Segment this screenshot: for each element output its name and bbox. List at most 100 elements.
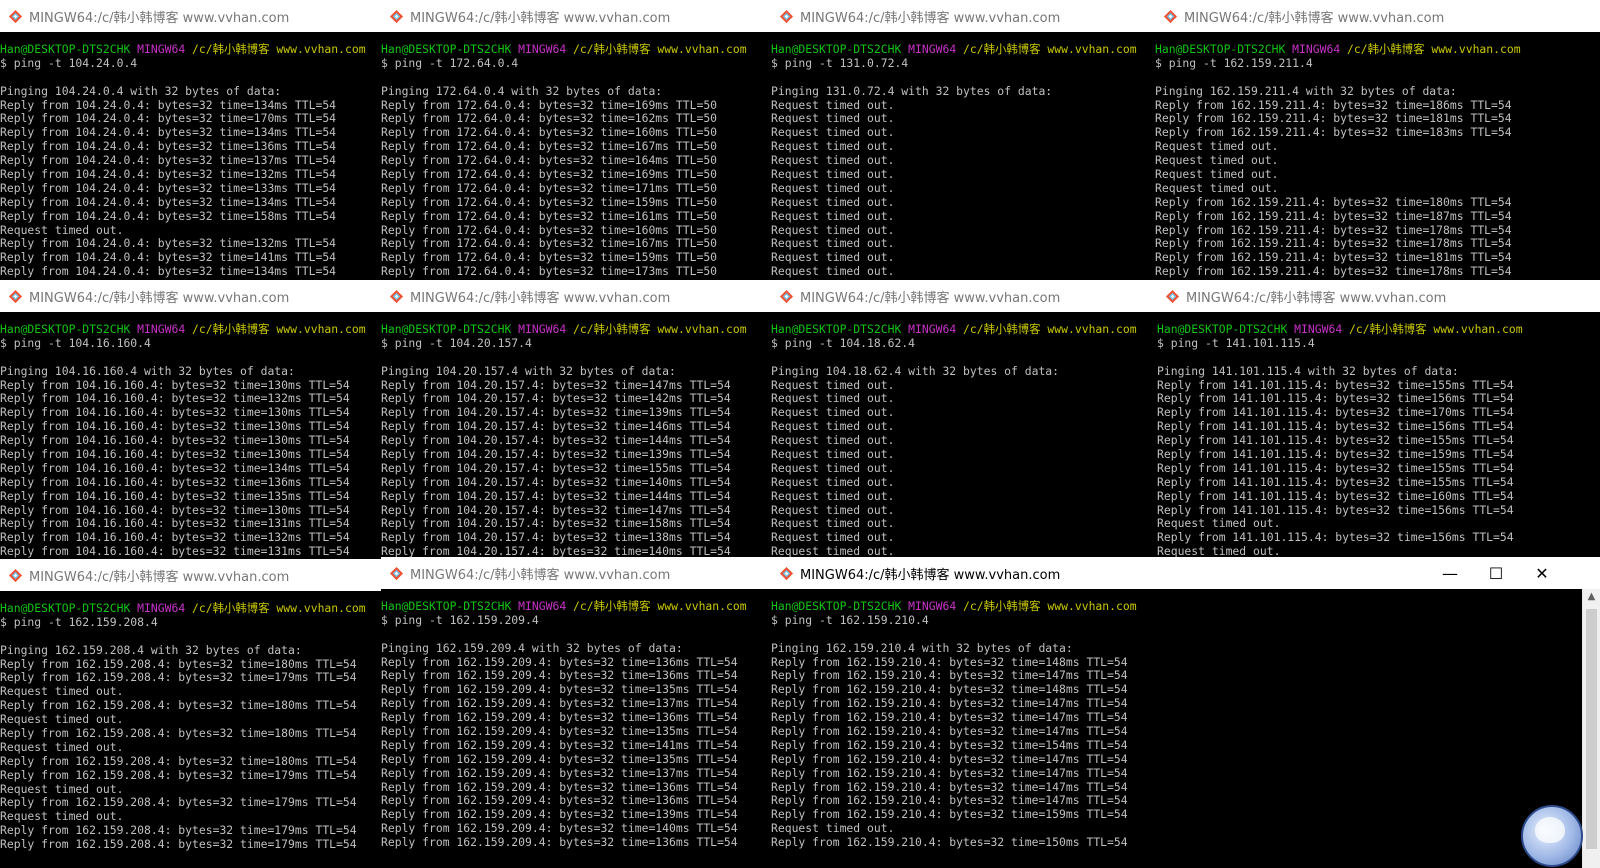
output-line: Reply from 162.159.210.4: bytes=32 time=… [771, 779, 1128, 794]
output-line: Reply from 162.159.209.4: bytes=32 time=… [381, 765, 738, 780]
prompt-line: Han@DESKTOP-DTS2CHK MINGW64 /c/韩小韩博客 www… [0, 601, 381, 616]
terminal-window[interactable]: MINGW64:/c/韩小韩博客 www.vvhan.com Han@DESKTO… [381, 557, 771, 868]
output-line: Pinging 172.64.0.4 with 32 bytes of data… [381, 83, 663, 98]
output-line: Reply from 172.64.0.4: bytes=32 time=167… [381, 139, 718, 154]
terminal-window[interactable]: MINGW64:/c/韩小韩博客 www.vvhan.com Han@DESKTO… [381, 0, 771, 280]
output-line: Reply from 172.64.0.4: bytes=32 time=171… [381, 180, 718, 195]
output-line: Reply from 162.159.211.4: bytes=32 time=… [1155, 250, 1512, 265]
git-bash-icon [389, 289, 404, 303]
output-line: Reply from 141.101.115.4: bytes=32 time=… [1157, 530, 1514, 545]
terminal-output[interactable]: Han@DESKTOP-DTS2CHK MINGW64 /c/韩小韩博客 www… [771, 32, 1155, 280]
terminal-output[interactable]: Han@DESKTOP-DTS2CHK MINGW64 /c/韩小韩博客 www… [381, 589, 771, 868]
output-line: Reply from 162.159.209.4: bytes=32 time=… [381, 696, 738, 711]
output-line: Reply from 104.16.160.4: bytes=32 time=1… [0, 474, 350, 489]
maximize-button[interactable]: ☐ [1473, 557, 1519, 589]
prompt-shell: MINGW64 [137, 42, 186, 56]
terminal-output[interactable]: Han@DESKTOP-DTS2CHK MINGW64 /c/韩小韩博客 www… [0, 312, 381, 559]
terminal-window[interactable]: MINGW64:/c/韩小韩博客 www.vvhan.com Han@DESKTO… [1155, 0, 1600, 280]
output-line: Request timed out. [771, 530, 895, 545]
output-line: Reply from 104.16.160.4: bytes=32 time=1… [0, 530, 350, 545]
output-line: Reply from 141.101.115.4: bytes=32 time=… [1157, 502, 1514, 517]
output-line: Reply from 141.101.115.4: bytes=32 time=… [1157, 433, 1514, 448]
prompt-user-host: Han@DESKTOP-DTS2CHK [1155, 42, 1286, 56]
prompt-path: /c/韩小韩博客 www.vvhan.com [963, 42, 1137, 56]
terminal-output[interactable]: Han@DESKTOP-DTS2CHK MINGW64 /c/韩小韩博客 www… [771, 312, 1157, 559]
terminal-output[interactable]: Han@DESKTOP-DTS2CHK MINGW64 /c/韩小韩博客 www… [381, 32, 771, 280]
output-line: Reply from 172.64.0.4: bytes=32 time=173… [381, 264, 718, 279]
output-line: Reply from 104.24.0.4: bytes=32 time=136… [0, 139, 337, 154]
terminal-window[interactable]: MINGW64:/c/韩小韩博客 www.vvhan.com Han@DESKTO… [771, 0, 1155, 280]
output-line: Pinging 104.24.0.4 with 32 bytes of data… [0, 83, 282, 98]
window-title: MINGW64:/c/韩小韩博客 www.vvhan.com [800, 290, 1061, 306]
terminal-window[interactable]: MINGW64:/c/韩小韩博客 www.vvhan.com Han@DESKTO… [771, 280, 1157, 559]
prompt-line: Han@DESKTOP-DTS2CHK MINGW64 /c/韩小韩博客 www… [1157, 322, 1600, 337]
output-line: Pinging 104.20.157.4 with 32 bytes of da… [381, 363, 676, 378]
output-line: Reply from 162.159.210.4: bytes=32 time=… [771, 668, 1128, 683]
output-line: Reply from 162.159.209.4: bytes=32 time=… [381, 793, 738, 808]
output-line: Pinging 104.18.62.4 with 32 bytes of dat… [771, 363, 1060, 378]
scroll-thumb[interactable] [1586, 609, 1597, 849]
window-titlebar[interactable]: MINGW64:/c/韩小韩博客 www.vvhan.com [771, 280, 1157, 312]
terminal-output[interactable]: Han@DESKTOP-DTS2CHK MINGW64 /c/韩小韩博客 www… [1155, 32, 1600, 280]
output-line: Reply from 104.24.0.4: bytes=32 time=141… [0, 250, 337, 265]
git-bash-icon [1165, 289, 1180, 303]
vertical-scrollbar[interactable]: ▲ [1582, 589, 1600, 868]
window-titlebar[interactable]: MINGW64:/c/韩小韩博客 www.vvhan.com [0, 280, 381, 312]
terminal-window[interactable]: MINGW64:/c/韩小韩博客 www.vvhan.com Han@DESKTO… [381, 280, 771, 559]
window-titlebar[interactable]: MINGW64:/c/韩小韩博客 www.vvhan.com [0, 0, 381, 32]
prompt-user-host: Han@DESKTOP-DTS2CHK [381, 599, 512, 613]
output-line: Reply from 172.64.0.4: bytes=32 time=167… [381, 236, 718, 251]
terminal-window[interactable]: MINGW64:/c/韩小韩博客 www.vvhan.com Han@DESKTO… [0, 280, 381, 559]
window-titlebar[interactable]: MINGW64:/c/韩小韩博客 www.vvhan.com [381, 280, 771, 312]
close-button[interactable]: ✕ [1519, 557, 1565, 589]
window-titlebar[interactable]: MINGW64:/c/韩小韩博客 www.vvhan.com [1155, 0, 1600, 32]
prompt-user-host: Han@DESKTOP-DTS2CHK [0, 322, 131, 336]
terminal-output[interactable]: Han@DESKTOP-DTS2CHK MINGW64 /c/韩小韩博客 www… [771, 589, 1583, 868]
output-line: Reply from 162.159.208.4: bytes=32 time=… [0, 837, 357, 852]
prompt-shell: MINGW64 [137, 322, 186, 336]
output-line: Reply from 141.101.115.4: bytes=32 time=… [1157, 447, 1514, 462]
window-titlebar[interactable]: MINGW64:/c/韩小韩博客 www.vvhan.com [1157, 280, 1600, 312]
output-line: Request timed out. [0, 684, 124, 699]
terminal-window[interactable]: MINGW64:/c/韩小韩博客 www.vvhan.com Han@DESKTO… [0, 0, 381, 280]
terminal-output[interactable]: Han@DESKTOP-DTS2CHK MINGW64 /c/韩小韩博客 www… [1157, 312, 1600, 559]
terminal-output[interactable]: Han@DESKTOP-DTS2CHK MINGW64 /c/韩小韩博客 www… [0, 32, 381, 280]
output-line: Reply from 172.64.0.4: bytes=32 time=169… [381, 97, 718, 112]
output-line: Reply from 104.24.0.4: bytes=32 time=134… [0, 264, 337, 279]
scroll-up-arrow-icon[interactable]: ▲ [1583, 591, 1600, 602]
minimize-button[interactable]: — [1427, 557, 1473, 589]
git-bash-icon [779, 289, 794, 303]
output-line: Request timed out. [1157, 516, 1281, 531]
output-line: Reply from 162.159.211.4: bytes=32 time=… [1155, 125, 1512, 140]
git-bash-icon [1163, 9, 1178, 23]
prompt-shell: MINGW64 [518, 42, 567, 56]
window-titlebar[interactable]: MINGW64:/c/韩小韩博客 www.vvhan.com [0, 559, 381, 591]
window-titlebar[interactable]: MINGW64:/c/韩小韩博客 www.vvhan.com [381, 557, 771, 589]
output-line: Reply from 172.64.0.4: bytes=32 time=164… [381, 153, 718, 168]
output-line: Request timed out. [771, 250, 895, 265]
terminal-output[interactable]: Han@DESKTOP-DTS2CHK MINGW64 /c/韩小韩博客 www… [381, 312, 771, 559]
prompt-path: /c/韩小韩博客 www.vvhan.com [573, 322, 747, 336]
output-line: Reply from 141.101.115.4: bytes=32 time=… [1157, 419, 1514, 434]
window-titlebar[interactable]: MINGW64:/c/韩小韩博客 www.vvhan.com [381, 0, 771, 32]
output-line: Request timed out. [0, 712, 124, 727]
prompt-line: Han@DESKTOP-DTS2CHK MINGW64 /c/韩小韩博客 www… [381, 322, 771, 337]
output-line: Request timed out. [0, 809, 124, 824]
terminal-window[interactable]: MINGW64:/c/韩小韩博客 www.vvhan.com Han@DESKTO… [0, 559, 381, 868]
terminal-output[interactable]: Han@DESKTOP-DTS2CHK MINGW64 /c/韩小韩博客 www… [0, 591, 381, 868]
window-titlebar[interactable]: MINGW64:/c/韩小韩博客 www.vvhan.com [771, 0, 1155, 32]
output-line: Pinging 162.159.210.4 with 32 bytes of d… [771, 640, 1073, 655]
output-line: Reply from 104.20.157.4: bytes=32 time=1… [381, 502, 731, 517]
assistant-avatar[interactable] [1521, 805, 1583, 867]
output-line: Request timed out. [771, 516, 895, 531]
terminal-window[interactable]: MINGW64:/c/韩小韩博客 www.vvhan.com Han@DESKTO… [1157, 280, 1600, 559]
output-line: Request timed out. [1155, 153, 1279, 168]
terminal-window-active[interactable]: MINGW64:/c/韩小韩博客 www.vvhan.com — ☐ ✕ ▲ Han@DE… [771, 557, 1600, 868]
output-line: Reply from 162.159.208.4: bytes=32 time=… [0, 767, 357, 782]
output-line: Reply from 162.159.209.4: bytes=32 time=… [381, 710, 738, 725]
output-line: Reply from 104.16.160.4: bytes=32 time=1… [0, 488, 350, 503]
output-line: Reply from 162.159.210.4: bytes=32 time=… [771, 765, 1128, 780]
output-line: Request timed out. [771, 488, 895, 503]
output-line: Request timed out. [0, 781, 124, 796]
output-line: Request timed out. [771, 236, 895, 251]
